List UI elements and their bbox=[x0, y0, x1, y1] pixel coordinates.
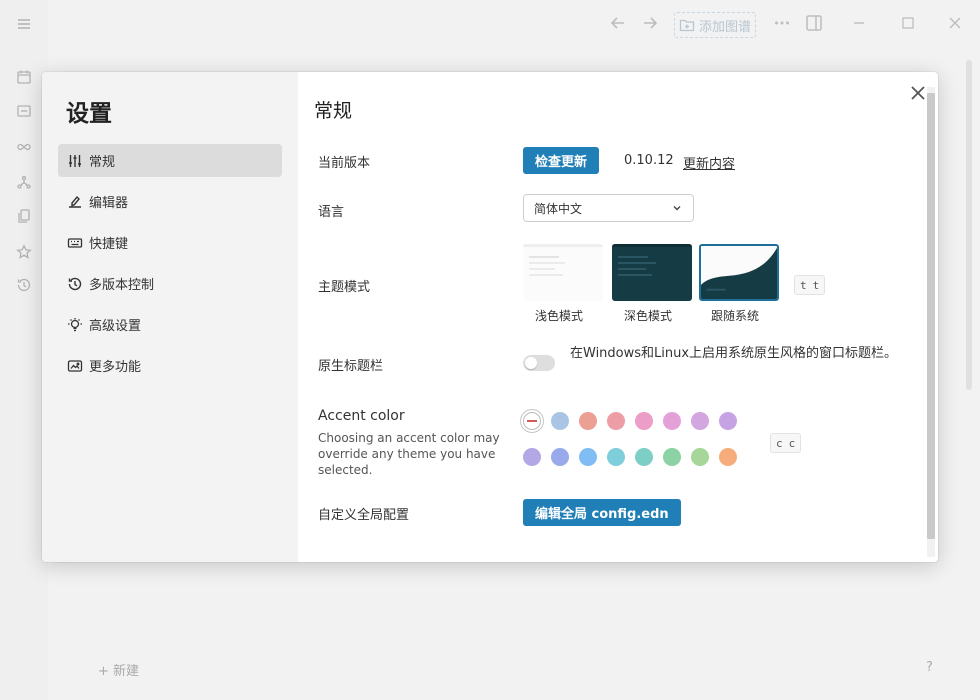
editor-icon bbox=[67, 194, 83, 210]
shortcut-key: t bbox=[800, 278, 807, 292]
settings-title: 设置 bbox=[66, 101, 112, 127]
more-icon[interactable] bbox=[773, 14, 791, 32]
custom-config-label: 自定义全局配置 bbox=[318, 508, 410, 523]
shortcut-key: t bbox=[812, 278, 820, 292]
menu-icon[interactable] bbox=[16, 16, 32, 32]
accent-color-swatch[interactable] bbox=[719, 448, 737, 466]
nav-item-general[interactable]: 常规 bbox=[58, 144, 282, 177]
whiteboard-icon[interactable] bbox=[16, 103, 32, 119]
accent-color-swatch[interactable] bbox=[635, 448, 653, 466]
accent-color-none-swatch[interactable] bbox=[523, 412, 541, 430]
theme-system-card[interactable] bbox=[699, 244, 779, 301]
accent-color-swatch[interactable] bbox=[635, 412, 653, 430]
accent-color-swatch[interactable] bbox=[523, 448, 541, 466]
nav-item-shortcuts[interactable]: 快捷键 bbox=[58, 226, 282, 259]
accent-color-swatch[interactable] bbox=[579, 412, 597, 430]
minimize-icon[interactable] bbox=[850, 14, 868, 32]
nav-item-label: 多版本控制 bbox=[89, 278, 155, 293]
language-label: 语言 bbox=[318, 205, 345, 220]
infinity-icon[interactable] bbox=[16, 139, 32, 155]
check-update-button[interactable]: 检查更新 bbox=[523, 147, 600, 174]
bulb-icon bbox=[67, 317, 83, 333]
current-version-label: 当前版本 bbox=[318, 156, 371, 171]
content-scrollbar[interactable] bbox=[925, 87, 937, 557]
accent-color-swatch[interactable] bbox=[691, 448, 709, 466]
theme-mode-label: 主题模式 bbox=[318, 280, 371, 295]
accent-color-swatch[interactable] bbox=[663, 448, 681, 466]
nav-item-label: 高级设置 bbox=[89, 319, 142, 334]
chevron-down-icon bbox=[671, 202, 683, 214]
theme-shortcut-hint: t t bbox=[794, 275, 826, 295]
pages-icon[interactable] bbox=[16, 208, 32, 224]
back-arrow-icon[interactable] bbox=[609, 14, 627, 32]
shortcut-key: c bbox=[776, 436, 783, 450]
add-graph-label: 添加图谱 bbox=[699, 19, 752, 35]
accent-color-swatch[interactable] bbox=[691, 412, 709, 430]
graph-icon[interactable] bbox=[16, 174, 32, 190]
accent-shortcut-hint: c c bbox=[770, 433, 802, 453]
nav-item-label: 常规 bbox=[89, 155, 116, 170]
keyboard-icon bbox=[67, 235, 83, 251]
language-selected-value: 简体中文 bbox=[534, 201, 583, 216]
native-titlebar-toggle[interactable] bbox=[523, 355, 555, 371]
language-select[interactable]: 简体中文 bbox=[523, 194, 694, 222]
history-icon[interactable] bbox=[16, 277, 32, 293]
nav-item-version-control[interactable]: 多版本控制 bbox=[58, 267, 282, 300]
edit-config-button[interactable]: 编辑全局 config.edn bbox=[523, 499, 681, 526]
nav-item-editor[interactable]: 编辑器 bbox=[58, 185, 282, 218]
nav-item-advanced[interactable]: 高级设置 bbox=[58, 308, 282, 341]
accent-color-swatch[interactable] bbox=[607, 448, 625, 466]
new-page-button[interactable]: + 新建 bbox=[98, 660, 139, 679]
nav-item-label: 快捷键 bbox=[89, 237, 129, 252]
section-title: 常规 bbox=[314, 100, 353, 122]
folder-plus-icon bbox=[679, 19, 695, 32]
theme-dark-label: 深色模式 bbox=[623, 309, 672, 323]
theme-light-label: 浅色模式 bbox=[534, 309, 583, 323]
changelog-link[interactable]: 更新内容 bbox=[683, 153, 735, 172]
accent-color-swatch[interactable] bbox=[607, 412, 625, 430]
accent-color-description: Choosing an accent color may override an… bbox=[318, 431, 500, 477]
version-number: 0.10.12 bbox=[624, 153, 674, 168]
settings-modal: 设置 常规 编辑器 快捷键 多版本控制 高级设置 更多功能 常规 当前版本 检查… bbox=[42, 72, 938, 562]
window-close-icon[interactable] bbox=[946, 14, 964, 32]
features-icon bbox=[67, 358, 83, 374]
nav-item-label: 编辑器 bbox=[89, 196, 129, 211]
theme-dark-card[interactable] bbox=[612, 244, 692, 301]
app-left-rail bbox=[0, 0, 48, 700]
theme-light-card[interactable] bbox=[523, 244, 603, 301]
help-button[interactable]: ? bbox=[926, 660, 933, 675]
app-scrollbar[interactable] bbox=[966, 60, 972, 390]
maximize-icon[interactable] bbox=[899, 14, 917, 32]
native-titlebar-description: 在Windows和Linux上启用系统原生风格的窗口标题栏。 bbox=[570, 346, 898, 361]
star-icon[interactable] bbox=[16, 244, 32, 260]
settings-content: 常规 当前版本 检查更新 0.10.12 更新内容 语言 简体中文 主题模式 浅… bbox=[298, 72, 938, 562]
theme-system-label: 跟随系统 bbox=[710, 309, 759, 323]
version-history-icon bbox=[67, 276, 83, 292]
accent-color-swatch[interactable] bbox=[551, 448, 569, 466]
accent-color-swatch[interactable] bbox=[551, 412, 569, 430]
nav-item-features[interactable]: 更多功能 bbox=[58, 349, 282, 382]
forward-arrow-icon[interactable] bbox=[641, 14, 659, 32]
shortcut-key: c bbox=[788, 436, 796, 450]
accent-color-swatch[interactable] bbox=[579, 448, 597, 466]
toggle-knob bbox=[525, 357, 537, 369]
add-graph-button[interactable]: 添加图谱 bbox=[674, 12, 757, 38]
accent-color-title: Accent color bbox=[318, 408, 405, 424]
calendar-icon[interactable] bbox=[16, 69, 32, 85]
accent-color-swatch[interactable] bbox=[663, 412, 681, 430]
settings-sidebar: 设置 常规 编辑器 快捷键 多版本控制 高级设置 更多功能 bbox=[42, 72, 298, 562]
native-titlebar-label: 原生标题栏 bbox=[318, 359, 384, 374]
sliders-icon bbox=[67, 153, 83, 169]
nav-item-label: 更多功能 bbox=[89, 360, 142, 375]
accent-color-swatch[interactable] bbox=[719, 412, 737, 430]
toggle-right-sidebar-icon[interactable] bbox=[805, 14, 823, 32]
